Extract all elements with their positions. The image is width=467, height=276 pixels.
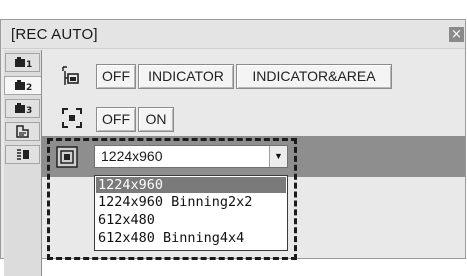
tab-tools[interactable] — [5, 122, 40, 141]
tab-camera-2[interactable]: 2 — [4, 76, 41, 95]
display-setting-icon — [16, 148, 29, 160]
camera-1-icon: 1 — [14, 56, 32, 70]
camera-2-icon: 2 — [15, 79, 32, 93]
focus-area-icon — [62, 108, 82, 128]
indicator-area-button[interactable]: INDICATOR&AREA — [236, 64, 392, 89]
svg-text:2: 2 — [26, 83, 32, 93]
highlight-dashed-frame — [47, 138, 297, 260]
tab-camera-3[interactable]: 3 — [5, 99, 40, 118]
close-button[interactable]: × — [449, 27, 464, 42]
indicator-mode-icon — [62, 66, 79, 85]
indicator-on-button[interactable]: INDICATOR — [138, 64, 234, 89]
tab-strip: 1 2 3 — [4, 50, 42, 276]
focus-off-button[interactable]: OFF — [96, 107, 136, 132]
tab-display-setting[interactable] — [5, 145, 40, 164]
window-title: [REC AUTO] — [11, 26, 98, 43]
svg-text:3: 3 — [26, 106, 32, 116]
svg-text:1: 1 — [26, 60, 32, 70]
focus-on-button[interactable]: ON — [138, 107, 174, 132]
tools-icon — [15, 124, 29, 138]
indicator-off-button[interactable]: OFF — [96, 64, 136, 89]
tab-camera-1[interactable]: 1 — [5, 53, 40, 72]
camera-3-icon: 3 — [14, 102, 32, 116]
title-bar: [REC AUTO] × — [2, 21, 465, 49]
